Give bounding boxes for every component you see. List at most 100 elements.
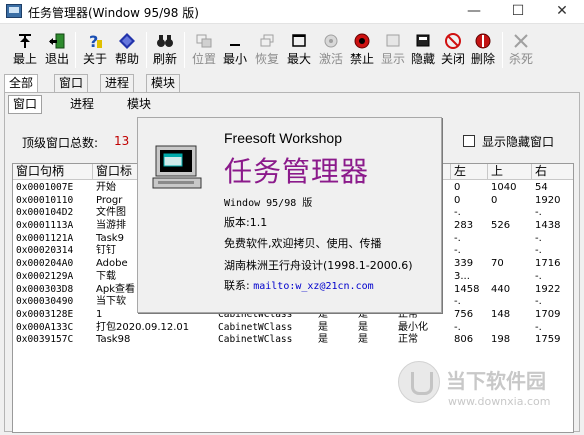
cell-right: 54 [535,182,548,193]
table-row[interactable]: 0x000A133C 打包2020.09.12.01 CabinetWClass 是 是… [13,321,573,334]
tab-windows[interactable]: 窗口 [54,74,89,92]
cell-top: 70 [491,258,504,270]
about-company: Freesoft Workshop [224,130,343,146]
close-button[interactable]: 关闭 [438,30,468,70]
close-circle-icon [444,32,462,50]
hide-button[interactable]: 隐藏 [408,30,438,70]
cell-left: 756 [454,308,474,320]
about-contact-label: 联系: [224,279,250,292]
binoculars-icon [156,32,174,50]
disable-button[interactable]: 禁止 [347,30,377,70]
delete-button[interactable]: 删除 [468,30,498,70]
minimize-window-button[interactable]: — [452,0,496,24]
app-icon [6,4,22,18]
cell-right: 1922 [535,283,561,295]
window-count-value: 13 [114,134,130,148]
toolbar: 最上 退出 ? 关于 帮助 刷新 位置 最小 恢复 最大 激活 禁止 显示 隐藏… [0,30,584,70]
cell-top [488,321,532,334]
restore-button-label: 恢复 [254,52,279,66]
task-manager-window: 任务管理器(Window 95/98 版) — ☐ ✕ 最上 退出 ? 关于 帮… [0,0,584,435]
computer-icon [152,144,204,194]
cell-enabled: 是 [358,321,368,333]
about-contact: 联系: mailto:w_xz@21cn.com [224,277,374,293]
cell-right: -. [535,270,542,282]
kill-icon [512,32,530,50]
kill-button[interactable]: 杀死 [506,30,536,70]
cell-top: 1040 [491,182,517,193]
cell-right: -. [535,245,542,257]
cell-top: 0 [491,194,498,206]
about-contact-link[interactable]: mailto:w_xz@21cn.com [253,281,373,292]
cell-left: -. [454,296,461,308]
cell-right: 1438 [535,220,561,232]
cell-handle: 0x0001113A [16,220,74,232]
close-button-label: 关闭 [440,52,465,66]
cell-left: -. [454,321,461,333]
col-left[interactable]: 左 [451,164,488,180]
cell-handle: 0x000104D2 [16,207,74,219]
subtab-windows[interactable]: 窗口 [8,95,43,114]
about-button[interactable]: ? 关于 [80,30,110,70]
col-top[interactable]: 上 [488,164,532,180]
maximize-window-button[interactable]: ☐ [496,0,540,24]
cell-state: 最小化 [398,321,428,333]
show-hidden-checkbox[interactable] [463,135,475,147]
cell-title: 打包2020.09.12.01 [96,321,190,333]
cell-left: 3... [454,270,470,282]
cell-left: 0 [454,182,461,193]
exit-button-label: 退出 [44,52,69,66]
exit-button[interactable]: 退出 [42,30,72,70]
cell-top [488,270,532,283]
about-platform: Window 95/98 版 [224,198,313,209]
cell-handle: 0x0039157C [16,334,74,346]
tab-processes[interactable]: 进程 [100,74,135,92]
col-right[interactable]: 右 [532,164,573,180]
svg-text:?: ? [89,32,98,50]
show-button[interactable]: 显示 [378,30,408,70]
subtab-modules[interactable]: 模块 [123,96,155,114]
cell-right: -. [535,296,542,308]
minimize-button[interactable]: 最小 [220,30,250,70]
subtab-processes[interactable]: 进程 [66,96,98,114]
maximize-icon [290,32,308,50]
cell-left: -. [454,245,461,257]
cell-visible: 是 [318,334,328,346]
help-book-icon [118,32,136,50]
cell-top [488,206,532,219]
refresh-button[interactable]: 刷新 [150,30,180,70]
cell-handle: 0x0002129A [16,270,74,282]
refresh-button-label: 刷新 [152,52,177,66]
cell-title: Task98 [96,334,131,346]
cell-right: 1716 [535,258,561,270]
tab-all[interactable]: 全部 [4,74,39,93]
cell-top: 440 [491,283,511,295]
position-button-label: 位置 [191,52,216,66]
cell-right: -. [535,232,542,244]
position-button[interactable]: 位置 [189,30,219,70]
cell-left: 339 [454,258,474,270]
table-row[interactable]: 0x0039157C Task98 CabinetWClass 是 是 正常 806 198 1… [13,333,573,346]
about-license: 免费软件,欢迎拷贝、使用、传播 [224,237,382,250]
help-button[interactable]: 帮助 [112,30,142,70]
cell-left: -. [454,232,461,244]
close-window-button[interactable]: ✕ [540,0,584,24]
cell-left: 0 [454,194,461,206]
disable-button-label: 禁止 [349,52,374,66]
hide-icon [414,32,432,50]
restore-button[interactable]: 恢复 [252,30,282,70]
tab-modules[interactable]: 模块 [146,74,181,92]
pin-icon [16,32,34,50]
activate-button-label: 激活 [318,52,343,66]
top-button[interactable]: 最上 [10,30,40,70]
activate-button[interactable]: 激活 [316,30,346,70]
restore-icon [258,32,276,50]
cell-right: -. [535,321,542,333]
cell-class: CabinetWClass [218,334,293,346]
cell-left: 806 [454,334,474,346]
cell-top: 526 [491,220,511,232]
show-hidden-label[interactable]: 显示隐藏窗口 [482,133,554,150]
maximize-button[interactable]: 最大 [284,30,314,70]
col-handle[interactable]: 窗口句柄 [13,164,93,180]
cell-right: 1709 [535,308,561,320]
show-button-label: 显示 [380,52,405,66]
